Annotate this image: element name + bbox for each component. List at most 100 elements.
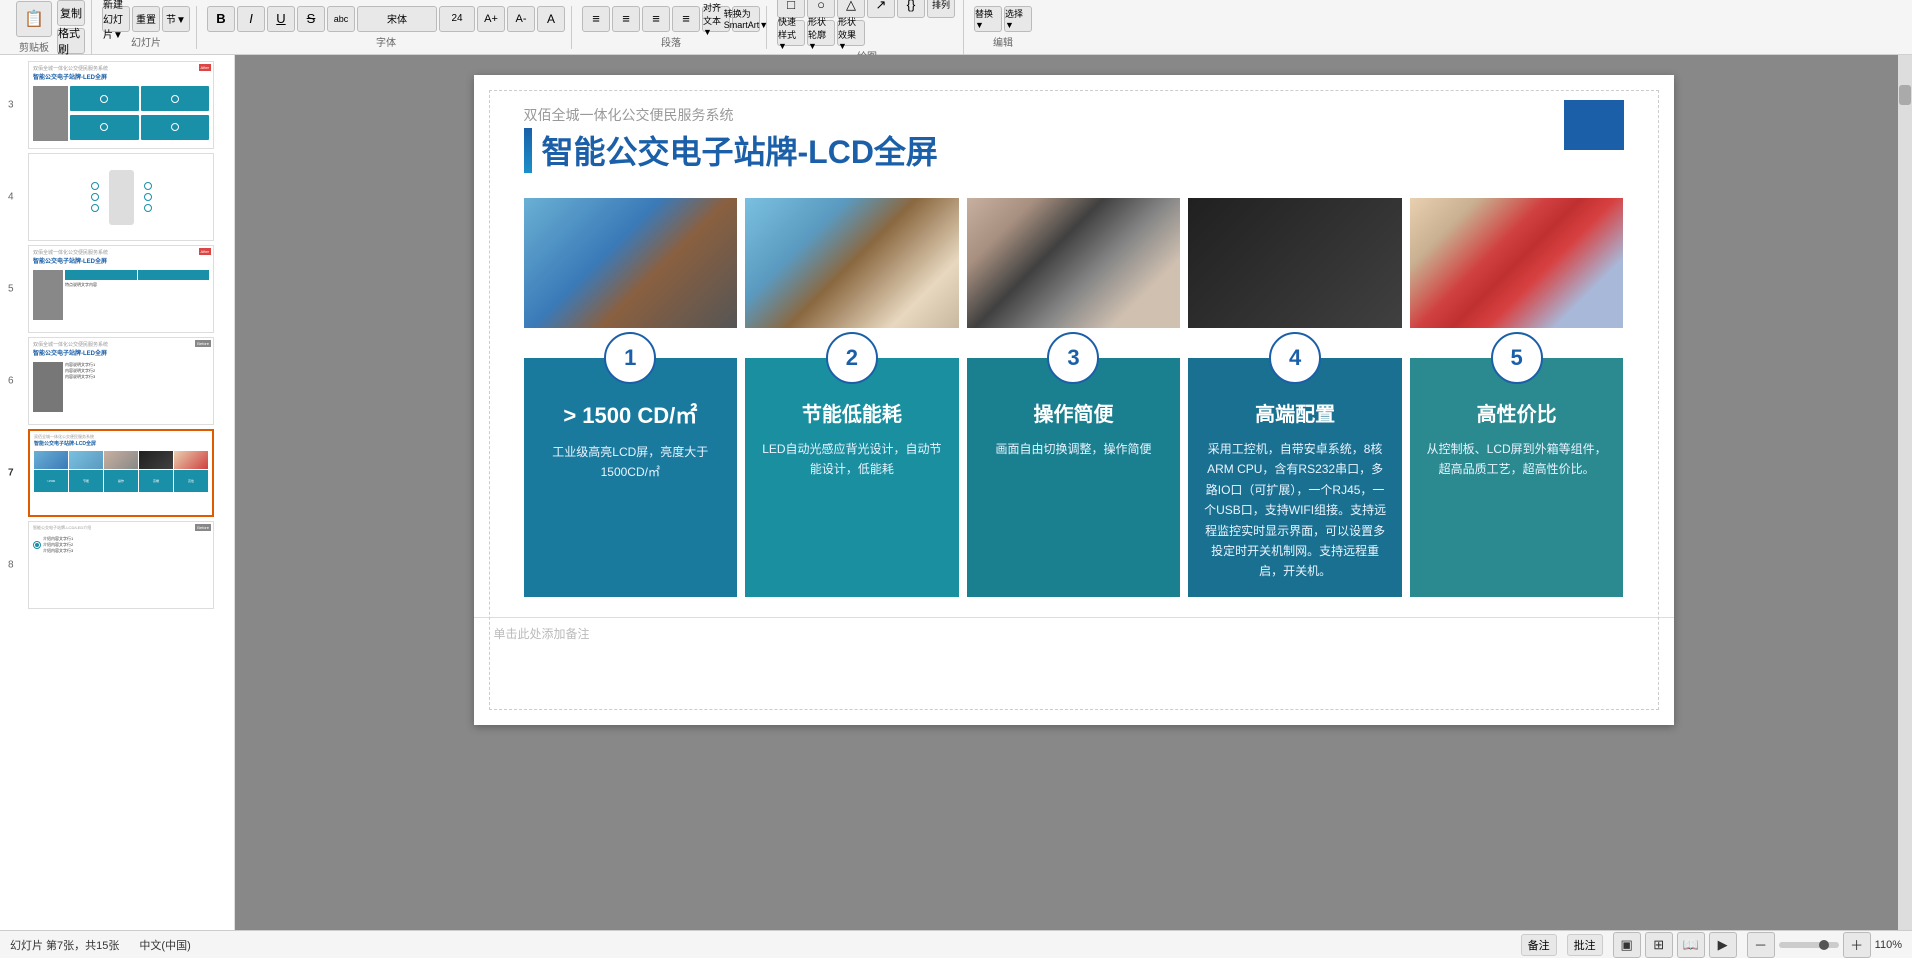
slide-info: 幻灯片 第7张，共15张 — [10, 937, 119, 953]
slide-num-5: 5 — [8, 284, 14, 295]
language-info: 中文(中国) — [139, 937, 190, 953]
slide-thumb-content-8: 智能公交电子站牌-LCD/LED介绍 Before 介绍内容文字行1介绍内容文字… — [28, 521, 214, 609]
slide-num-3: 3 — [8, 100, 14, 111]
slide-group-label: 幻灯片 — [131, 34, 161, 49]
status-bar-right: 备注 批注 ▣ ⊞ 📖 ▶ － ＋ 110% — [1521, 932, 1902, 958]
slideshow-button[interactable]: ▶ — [1709, 932, 1737, 958]
select-button[interactable]: 选择▼ — [1004, 6, 1032, 32]
zoom-slider-thumb[interactable] — [1819, 940, 1829, 950]
feature-col-2: 2 节能低能耗 LED自动光感应背光设计，自动节能设计，低能耗 — [745, 198, 959, 597]
feature-num-circle-2: 2 — [826, 332, 878, 384]
feature-desc-3: 画面自由切换调整，操作简便 — [982, 439, 1166, 459]
feature-text-5: 5 高性价比 从控制板、LCD屏到外箱等组件，超高品质工艺，超高性价比。 — [1410, 358, 1624, 597]
slide-thumb-5[interactable]: 5 双佰全城一体化公交便民服务系统 智能公交电子站牌-LED全屏 After 特… — [28, 245, 214, 333]
font-increase-button[interactable]: A+ — [477, 6, 505, 32]
right-scrollbar[interactable] — [1898, 55, 1912, 930]
feature-num-circle-4: 4 — [1269, 332, 1321, 384]
justify-button[interactable]: ≡ — [672, 6, 700, 32]
align-left-button[interactable]: ≡ — [582, 6, 610, 32]
header-blue-rect — [1564, 100, 1624, 150]
convert-smartart-button[interactable]: 转换为SmartArt▼ — [732, 6, 760, 32]
reset-button[interactable]: 重置 — [132, 6, 160, 32]
slide-thumb-content-4 — [28, 153, 214, 241]
main-area: 3 双佰全城一体化公交便民服务系统 智能公交电子站牌-LED全屏 After — [0, 55, 1912, 930]
paste-button[interactable]: 📋 — [16, 1, 52, 37]
align-center-button[interactable]: ≡ — [612, 6, 640, 32]
editing-group-label: 编辑 — [974, 34, 1032, 49]
paragraph-group: ≡ ≡ ≡ ≡ 对齐文本▼ 转换为SmartArt▼ 段落 — [576, 6, 767, 49]
arrange-button[interactable]: 排列 — [927, 0, 955, 18]
feature-text-2: 2 节能低能耗 LED自动光感应背光设计，自动节能设计，低能耗 — [745, 358, 959, 597]
comments-button[interactable]: 批注 — [1567, 934, 1603, 956]
clipboard-group: 📋 剪贴板 复制 格式刷 — [10, 0, 92, 54]
font-group: B I U S abc 宋体 24 A+ A- A 字体 — [201, 6, 572, 49]
feature-text-1: 1 > 1500 CD/㎡ 工业级高亮LCD屏，亮度大于 1500CD/㎡ — [524, 358, 738, 597]
zoom-out-button[interactable]: － — [1747, 932, 1775, 958]
feature-title-1: > 1500 CD/㎡ — [539, 398, 723, 430]
slide-subtitle: 双佰全城一体化公交便民服务系统 — [524, 105, 1624, 125]
slide-canvas: 双佰全城一体化公交便民服务系统 智能公交电子站牌-LCD全屏 — [474, 75, 1674, 725]
slide-thumb-4[interactable]: 4 — [28, 153, 214, 241]
font-size-box[interactable]: 24 — [439, 6, 475, 32]
feature-num-circle-5: 5 — [1491, 332, 1543, 384]
notes-area[interactable]: 单击此处添加备注 — [474, 617, 1674, 649]
feature-img-5 — [1410, 198, 1624, 328]
feature-desc-1: 工业级高亮LCD屏，亮度大于 1500CD/㎡ — [539, 442, 723, 483]
copy-button[interactable]: 复制 — [57, 0, 85, 26]
slide-thumb-content-7: 双佰全城一体化公交便民服务系统 智能公交电子站牌-LCD全屏 >1500 节能 … — [28, 429, 214, 517]
zoom-in-button[interactable]: ＋ — [1843, 932, 1871, 958]
feature-num-circle-3: 3 — [1047, 332, 1099, 384]
underline-button[interactable]: U — [267, 6, 295, 32]
slide-thumb-3[interactable]: 3 双佰全城一体化公交便民服务系统 智能公交电子站牌-LED全屏 After — [28, 61, 214, 149]
slide-num-4: 4 — [8, 192, 14, 203]
slide-header: 双佰全城一体化公交便民服务系统 智能公交电子站牌-LCD全屏 — [474, 75, 1674, 188]
brace-shape-button[interactable]: {} — [897, 0, 925, 18]
slide-thumb-content-5: 双佰全城一体化公交便民服务系统 智能公交电子站牌-LED全屏 After 特点说… — [28, 245, 214, 333]
slide-num-6: 6 — [8, 376, 14, 387]
feature-text-3: 3 操作简便 画面自由切换调整，操作简便 — [967, 358, 1181, 597]
editing-group: 替换▼ 选择▼ 编辑 — [968, 6, 1038, 49]
font-group-label: 字体 — [207, 34, 565, 49]
paragraph-group-label: 段落 — [582, 34, 760, 49]
italic-button[interactable]: I — [237, 6, 265, 32]
strikethrough-button[interactable]: S — [297, 6, 325, 32]
features-container: 1 > 1500 CD/㎡ 工业级高亮LCD屏，亮度大于 1500CD/㎡ — [474, 188, 1674, 617]
arrow-shape-button[interactable]: ↗ — [867, 0, 895, 18]
font-name-box[interactable]: 宋体 — [357, 6, 437, 32]
section-button[interactable]: 节▼ — [162, 6, 190, 32]
feature-col-1: 1 > 1500 CD/㎡ 工业级高亮LCD屏，亮度大于 1500CD/㎡ — [524, 198, 738, 597]
feature-title-4: 高端配置 — [1203, 398, 1387, 427]
slide-thumb-8[interactable]: 8 智能公交电子站牌-LCD/LED介绍 Before 介绍内容文字行1介绍内容… — [28, 521, 214, 609]
zoom-slider[interactable] — [1779, 942, 1839, 948]
scroll-thumb[interactable] — [1899, 85, 1911, 105]
feature-num-circle-1: 1 — [604, 332, 656, 384]
feature-col-3: 3 操作简便 画面自由切换调整，操作简便 — [967, 198, 1181, 597]
shape-effect-button[interactable]: 形状效果▼ — [837, 20, 865, 46]
slide-thumb-7[interactable]: 7 双佰全城一体化公交便民服务系统 智能公交电子站牌-LCD全屏 >1500 节… — [28, 429, 214, 517]
feature-title-3: 操作简便 — [982, 398, 1166, 427]
align-right-button[interactable]: ≡ — [642, 6, 670, 32]
feature-title-2: 节能低能耗 — [760, 398, 944, 427]
format-brush-button[interactable]: 格式刷 — [57, 28, 85, 54]
font-decrease-button[interactable]: A- — [507, 6, 535, 32]
normal-view-button[interactable]: ▣ — [1613, 932, 1641, 958]
feature-img-1 — [524, 198, 738, 328]
canvas-scroll[interactable]: 双佰全城一体化公交便民服务系统 智能公交电子站牌-LCD全屏 — [235, 55, 1912, 930]
title-bar-decoration — [524, 128, 532, 173]
toolbar: 📋 剪贴板 复制 格式刷 新建幻灯片▼ 重置 节▼ 幻灯片 B I U S a — [0, 0, 1912, 55]
drawing-group: □ ○ △ ↗ {} 排列 快速样式▼ 形状轮廓▼ 形状效果▼ 绘图 — [771, 0, 964, 63]
new-slide-button[interactable]: 新建幻灯片▼ — [102, 6, 130, 32]
slide-sorter-button[interactable]: ⊞ — [1645, 932, 1673, 958]
clipboard-label: 剪贴板 — [16, 39, 52, 54]
feature-col-4: 4 高端配置 采用工控机，自带安卓系统，8核ARM CPU，含有RS232串口，… — [1188, 198, 1402, 597]
abc-button[interactable]: abc — [327, 6, 355, 32]
quick-styles-button[interactable]: 快速样式▼ — [777, 20, 805, 46]
reading-view-button[interactable]: 📖 — [1677, 932, 1705, 958]
notes-button[interactable]: 备注 — [1521, 934, 1557, 956]
shape-fill-button[interactable]: 形状轮廓▼ — [807, 20, 835, 46]
feature-desc-5: 从控制板、LCD屏到外箱等组件，超高品质工艺，超高性价比。 — [1425, 439, 1609, 480]
replace-button[interactable]: 替换▼ — [974, 6, 1002, 32]
bold-button[interactable]: B — [207, 6, 235, 32]
font-color-button[interactable]: A — [537, 6, 565, 32]
slide-thumb-6[interactable]: 6 双佰全城一体化公交便民服务系统 智能公交电子站牌-LED全屏 Before … — [28, 337, 214, 425]
